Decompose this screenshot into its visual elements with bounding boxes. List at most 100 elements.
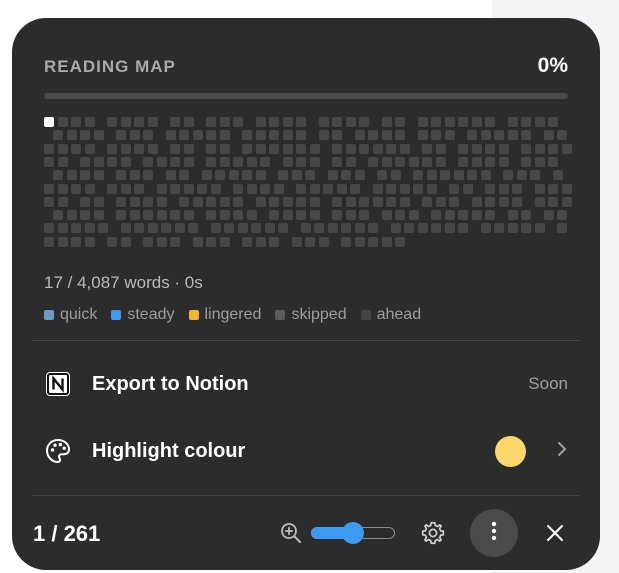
more-options-button[interactable] [470, 509, 518, 557]
word-cell [381, 157, 392, 167]
word-cell [422, 157, 432, 167]
word-cell [354, 223, 365, 233]
word-cell [521, 223, 531, 233]
word-cell [71, 117, 81, 127]
word-cell [93, 157, 104, 167]
gear-icon[interactable] [420, 520, 446, 546]
close-icon[interactable] [544, 522, 566, 544]
word-cell [282, 117, 293, 127]
word-cell [116, 170, 126, 180]
word-cell [521, 210, 531, 220]
export-to-notion-label: Export to Notion [92, 372, 249, 395]
word-cell [260, 184, 270, 194]
word-cell [278, 223, 288, 233]
word-cell [422, 197, 432, 207]
word-cell [183, 157, 194, 167]
word-cell [381, 117, 392, 127]
word-cell [309, 197, 320, 207]
word-cell [480, 170, 491, 180]
word-cell [228, 170, 239, 180]
word-cell [552, 170, 563, 180]
word-cell [507, 130, 518, 140]
legend-item-ahead: ahead [360, 306, 421, 324]
reading-map-title: READING MAP [44, 57, 176, 76]
word-cell [170, 144, 180, 154]
word-cell [345, 210, 356, 220]
word-cell [242, 144, 252, 154]
word-cell [548, 184, 558, 194]
word-cell [395, 117, 405, 127]
word-cell [323, 184, 333, 194]
word-cell [44, 157, 54, 167]
word-cell [296, 157, 306, 167]
word-cell [386, 144, 396, 154]
word-cell [255, 170, 266, 180]
word-cell [143, 170, 153, 180]
word-cell [467, 130, 477, 140]
word-cell [291, 170, 302, 180]
word-cell [444, 223, 455, 233]
zoom-slider-thumb[interactable] [342, 522, 364, 544]
word-cell [120, 223, 131, 233]
word-cell [57, 223, 68, 233]
word-count-stats: 17 / 4,087 words · 0s [44, 273, 203, 292]
word-cell [84, 184, 95, 194]
word-cell [345, 157, 356, 167]
word-cell [521, 144, 531, 154]
word-cell [512, 184, 522, 194]
word-cell [341, 170, 351, 180]
word-cell [282, 210, 293, 220]
word-cell [129, 210, 140, 220]
word-cell [521, 157, 531, 167]
word-cell [170, 210, 180, 220]
word-cell [435, 144, 446, 154]
word-cell [548, 144, 558, 154]
word-cell [210, 184, 221, 194]
word-cell [147, 117, 158, 127]
word-cell [327, 170, 338, 180]
word-cell [44, 237, 54, 247]
word-cell [80, 130, 90, 140]
word-cell [161, 223, 171, 233]
word-cell [543, 210, 554, 220]
export-to-notion-item[interactable]: Export to Notion Soon [44, 364, 568, 404]
word-cell [431, 210, 441, 220]
word-cell [332, 197, 342, 207]
zoom-slider[interactable] [311, 522, 397, 544]
word-cell [381, 210, 392, 220]
word-cell [57, 197, 68, 207]
word-cell [458, 210, 468, 220]
word-cell [66, 210, 77, 220]
highlight-colour-controls [495, 435, 568, 467]
word-cell [206, 237, 216, 247]
word-cell [183, 210, 194, 220]
word-cell [197, 184, 207, 194]
word-cell [57, 117, 68, 127]
word-cell [255, 130, 266, 140]
word-cell [377, 170, 387, 180]
word-cell [359, 117, 369, 127]
highlight-colour-item[interactable]: Highlight colour [44, 431, 568, 471]
zoom-in-icon[interactable] [279, 521, 303, 545]
highlight-colour-swatch[interactable] [495, 435, 526, 467]
word-cell-current [44, 117, 54, 127]
word-cell [57, 237, 68, 247]
word-cell [449, 184, 459, 194]
word-cell [548, 117, 558, 127]
word-cell [417, 117, 428, 127]
word-cell [417, 223, 428, 233]
word-cell [395, 237, 405, 247]
word-cell [296, 130, 306, 140]
word-cell [71, 237, 81, 247]
word-cell [318, 130, 329, 140]
word-cell [449, 197, 459, 207]
word-cell [219, 117, 230, 127]
more-vertical-icon [491, 520, 497, 547]
word-cell [93, 210, 104, 220]
word-cell [165, 130, 176, 140]
word-cell [471, 197, 482, 207]
word-cell [71, 144, 81, 154]
word-cell [408, 210, 419, 220]
word-cell [219, 237, 230, 247]
word-cell [327, 223, 338, 233]
